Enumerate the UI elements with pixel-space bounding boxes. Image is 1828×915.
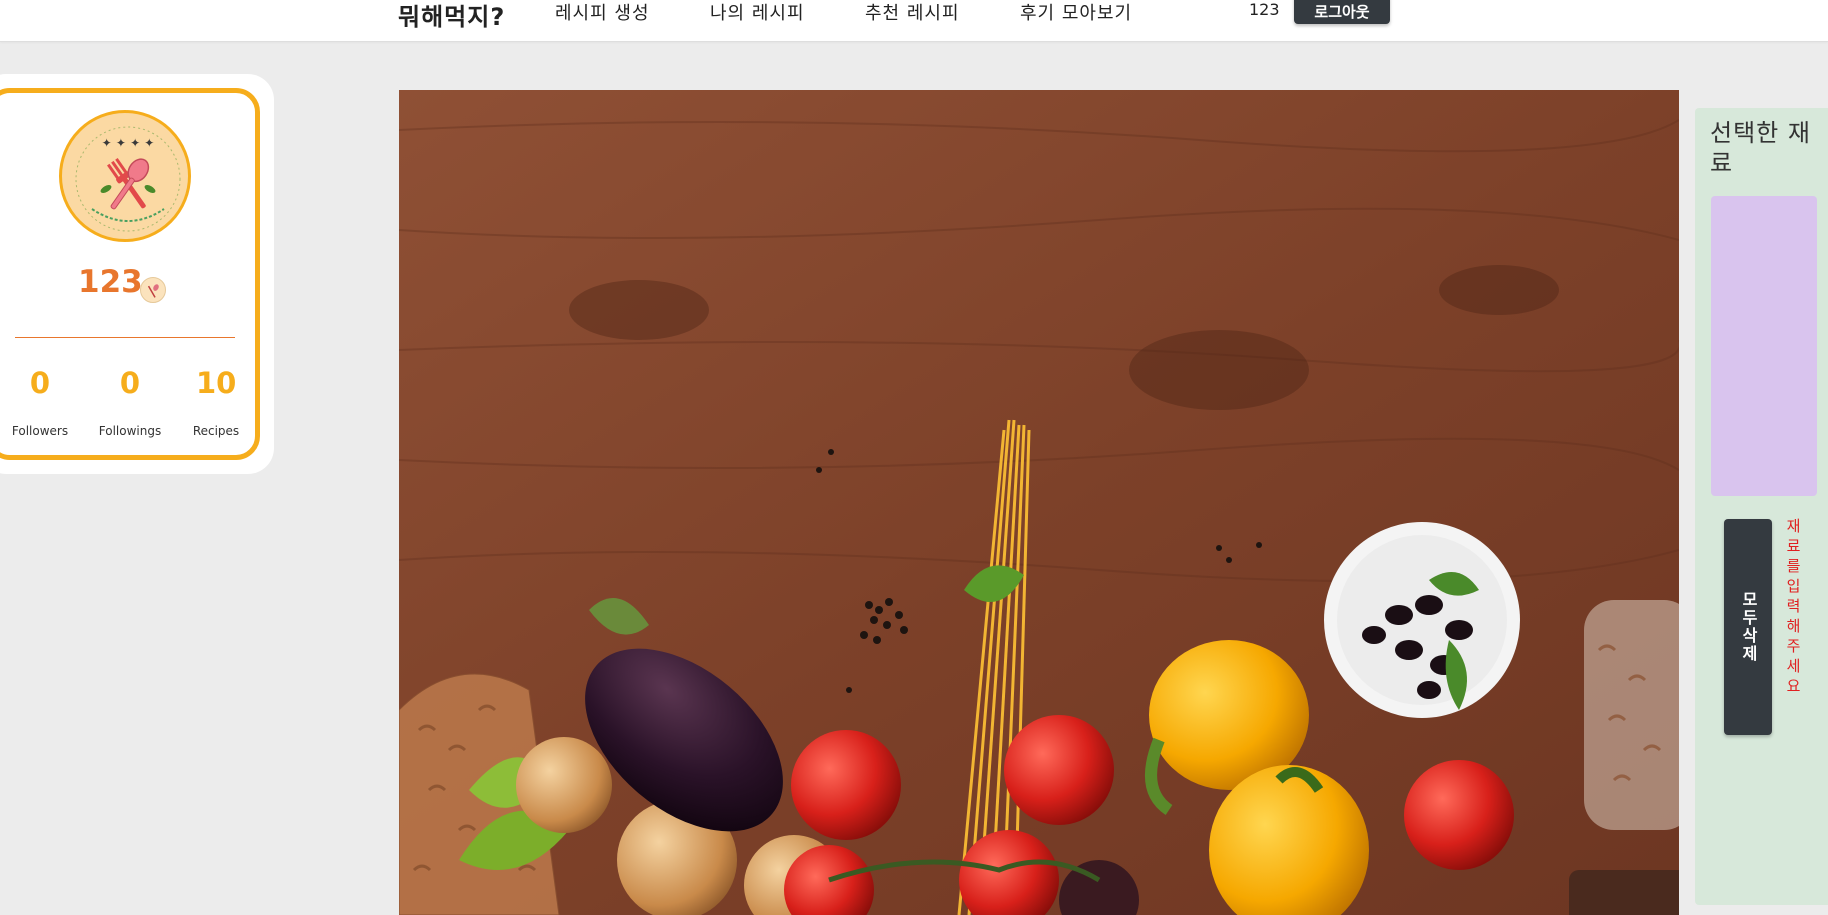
followings-count[interactable]: 0 [112,366,148,400]
hero-food-image [399,90,1679,915]
nav-reviews[interactable]: 후기 모아보기 [1020,0,1132,25]
nav-username: 123 [1249,0,1280,19]
ingredient-empty-hint: 재료를입력해주세요 [1784,518,1802,698]
fork-spoon-logo-icon: ✦ ✦ ✦ ✦ [75,126,181,232]
nav-my-recipes[interactable]: 나의 레시피 [710,0,805,25]
nav-create-recipe[interactable]: 레시피 생성 [555,0,650,25]
recipes-label: Recipes [192,424,240,438]
clear-all-button[interactable]: 모두삭제 [1724,519,1772,735]
brand-logo-text[interactable]: 뭐해먹지? [398,0,505,32]
followings-label: Followings [98,424,162,438]
recipes-count[interactable]: 10 [196,366,236,400]
profile-divider [15,337,235,338]
top-navbar: 뭐해먹지? 레시피 생성 나의 레시피 추천 레시피 후기 모아보기 123 로… [0,0,1828,42]
followers-count[interactable]: 0 [22,366,58,400]
nav-recommended-recipes[interactable]: 추천 레시피 [865,0,960,25]
selected-ingredients-list [1711,196,1817,496]
profile-avatar: ✦ ✦ ✦ ✦ [59,110,191,242]
logout-button[interactable]: 로그아웃 [1294,0,1390,24]
mini-logo-icon [140,277,166,303]
followers-label: Followers [11,424,69,438]
selected-ingredients-title: 선택한 재료 [1710,119,1811,177]
svg-text:✦ ✦ ✦ ✦: ✦ ✦ ✦ ✦ [102,136,155,150]
profile-username: 123 [78,264,143,300]
